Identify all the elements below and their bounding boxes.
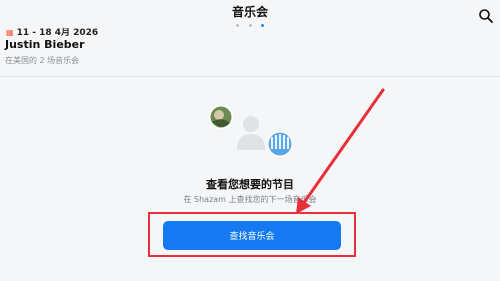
page-dot	[248, 24, 252, 27]
concert-count: 在美国的 2 场音乐会	[5, 56, 80, 65]
concert-date: ▦ 11 - 18 4月 2026	[6, 28, 98, 38]
find-concerts-button[interactable]: 查找音乐会	[163, 221, 341, 250]
page-dot	[236, 24, 240, 27]
page-dot-active	[260, 24, 264, 27]
empty-state-subtitle: 在 Shazam 上查找您的下一场音乐会	[183, 195, 317, 204]
empty-state-title: 查看您想要的节目	[206, 178, 294, 191]
concert-date-text: 11 - 18 4月 2026	[16, 28, 99, 38]
concert-illustration	[207, 104, 297, 164]
calendar-icon: ▦	[6, 28, 14, 37]
concert-card[interactable]: ▦ 11 - 18 4月 2026 Justin Bieber 在美国的 2 场音…	[0, 28, 500, 77]
page-title: 音乐会	[231, 5, 268, 19]
artist-name: Justin Bieber	[5, 38, 85, 51]
